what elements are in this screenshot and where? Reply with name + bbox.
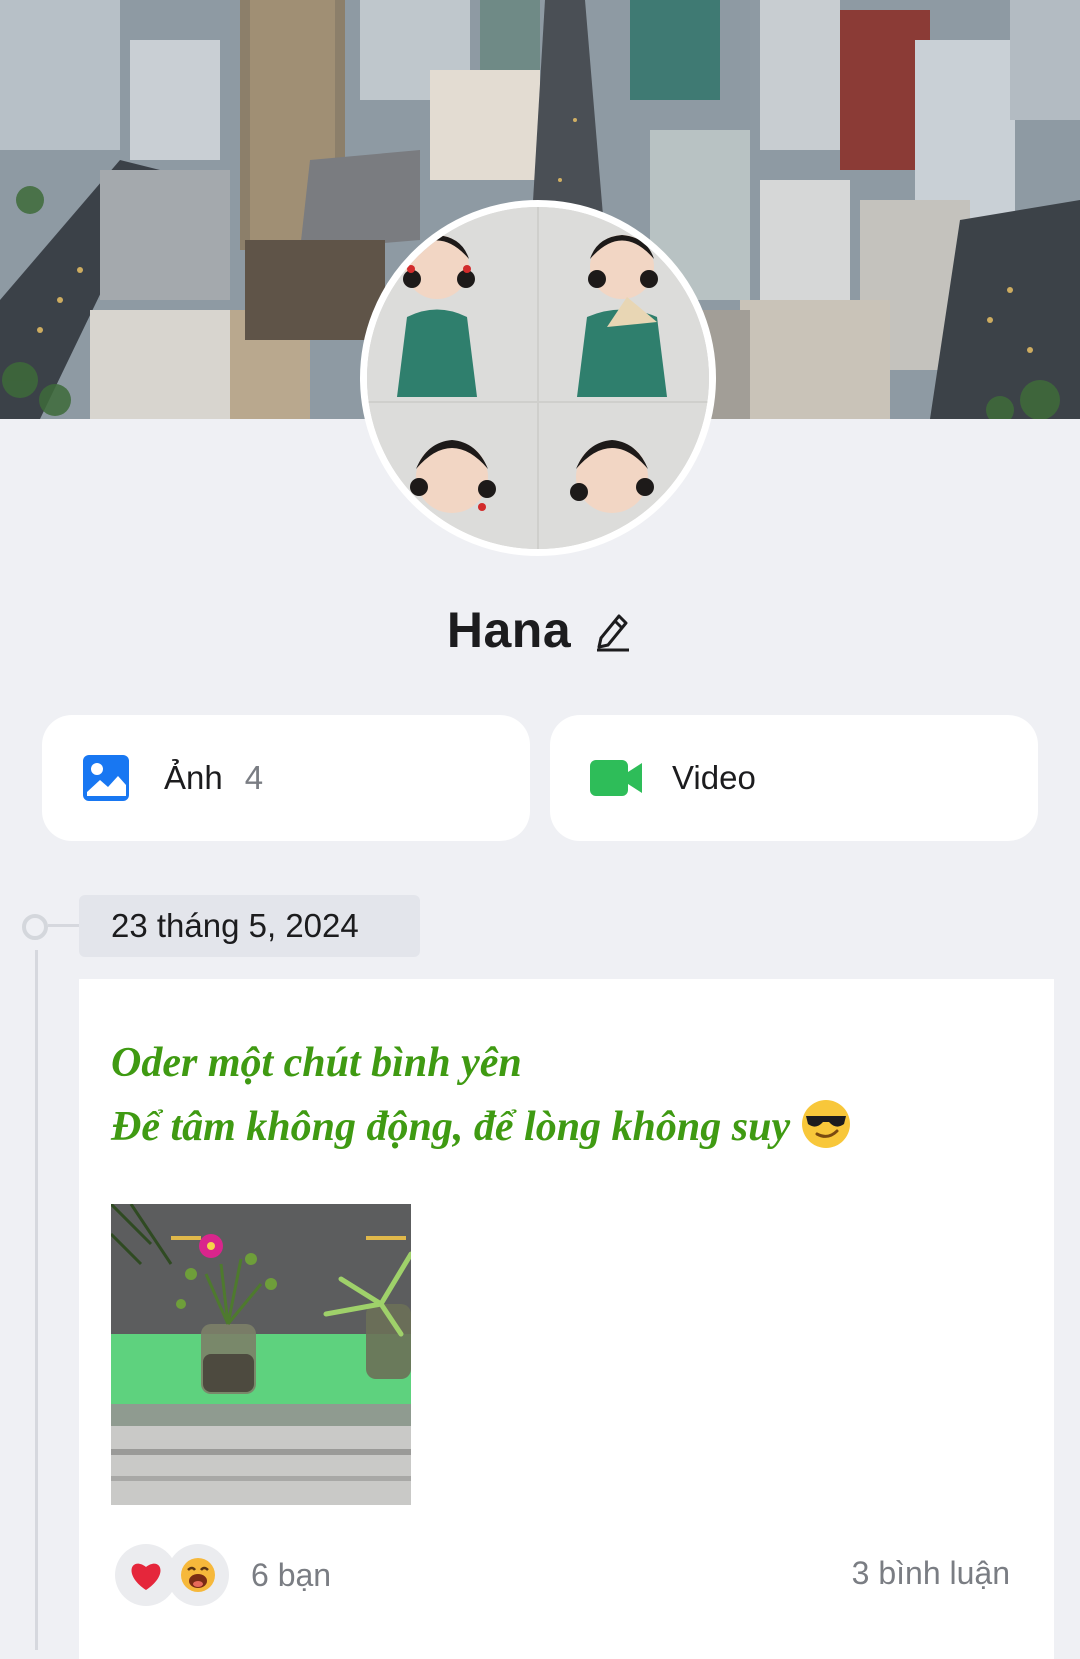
photos-label: Ảnh — [164, 759, 223, 796]
post-caption-line-1: Oder một chút bình yên — [111, 1040, 522, 1086]
sunglasses-emoji-icon — [800, 1098, 852, 1150]
video-camera-icon — [588, 752, 642, 804]
timeline-dot — [22, 914, 48, 940]
post-caption-line-2: Để tâm không động, để lòng không suy — [111, 1104, 791, 1150]
post-card: Oder một chút bình yên Để tâm không động… — [79, 979, 1054, 1659]
profile-name: Hana — [446, 602, 572, 658]
post-caption-line-2-wrap: Để tâm không động, để lòng không suy — [111, 1095, 1011, 1159]
reactions-summary[interactable]: 6 bạn — [115, 1542, 331, 1608]
profile-avatar[interactable] — [360, 200, 716, 556]
profile-name-row: Hana — [0, 595, 1080, 665]
timeline-connector — [48, 924, 81, 927]
post-caption: Oder một chút bình yên Để tâm không động… — [111, 1031, 1011, 1159]
timeline-date-text: 23 tháng 5, 2024 — [111, 907, 359, 944]
photos-button[interactable]: Ảnh 4 — [42, 715, 530, 841]
photos-count: 4 — [244, 759, 264, 796]
videos-button[interactable]: Video — [550, 715, 1038, 841]
timeline-date: 23 tháng 5, 2024 — [79, 895, 420, 957]
likes-count: 6 bạn — [251, 1556, 332, 1593]
timeline-line — [35, 950, 38, 1650]
videos-label: Video — [672, 759, 756, 796]
pencil-icon[interactable] — [593, 608, 633, 652]
comments-link[interactable]: 3 bình luận — [852, 1555, 1010, 1592]
laughing-reaction-icon — [167, 1544, 229, 1606]
post-photo[interactable] — [111, 1204, 411, 1505]
image-icon — [80, 752, 132, 804]
